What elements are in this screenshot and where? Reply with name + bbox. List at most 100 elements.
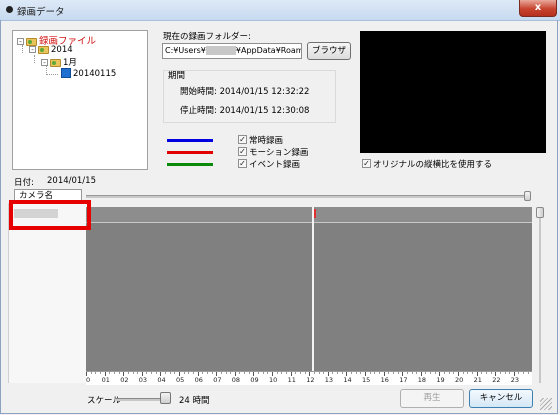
hour-label: 07 xyxy=(213,376,222,384)
minor-tick xyxy=(137,372,139,374)
minor-tick xyxy=(146,372,148,374)
minor-tick xyxy=(374,372,376,374)
calendar-icon xyxy=(61,68,71,78)
minor-tick xyxy=(467,372,469,374)
hour-ruler: 0 01 02 03 04 05 06 07 08 09 10 11 12 13 14 15 16 17 18 19 2… xyxy=(86,371,532,385)
motion-checkbox[interactable]: ✓ xyxy=(238,147,247,156)
tree-node-month[interactable]: - 1月 xyxy=(41,56,77,68)
minor-tick xyxy=(527,372,529,374)
camera-timeline-row[interactable] xyxy=(86,207,532,223)
minor-tick xyxy=(206,372,208,374)
collapse-icon[interactable]: - xyxy=(17,38,24,46)
minor-tick xyxy=(127,372,129,374)
period-label: 期間 xyxy=(168,71,186,81)
camera-list[interactable] xyxy=(8,203,87,383)
aspect-ratio-checkbox[interactable]: ✓ xyxy=(362,159,371,168)
minor-tick xyxy=(523,372,525,374)
minor-tick xyxy=(378,372,380,374)
minor-tick xyxy=(332,372,334,374)
video-preview xyxy=(360,31,546,153)
start-time: 開始時間: 2014/01/15 12:32:22 xyxy=(180,87,310,97)
minor-tick xyxy=(481,372,483,374)
minor-tick xyxy=(192,372,194,374)
minor-tick xyxy=(262,372,264,374)
hour-label: 0 xyxy=(86,376,91,384)
vertical-scroll-thumb[interactable] xyxy=(536,207,544,218)
minor-tick xyxy=(453,372,455,374)
minor-tick xyxy=(430,372,432,374)
minor-tick xyxy=(239,372,241,374)
minor-tick xyxy=(220,372,222,374)
recording-tree[interactable]: - 録画ファイル -2014 -1月 20140115 xyxy=(12,30,148,170)
date-label: 日付: xyxy=(14,178,34,188)
minor-tick xyxy=(118,372,120,374)
event-checkbox[interactable]: ✓ xyxy=(238,159,247,168)
hour-label: 17 xyxy=(399,376,408,384)
play-button[interactable]: 再生 xyxy=(400,389,464,408)
recording-event-marker[interactable] xyxy=(314,209,316,218)
tree-node-day[interactable]: 20140115 xyxy=(59,68,117,79)
minor-tick xyxy=(285,372,287,374)
tree-node-year[interactable]: - 2014 xyxy=(29,45,73,55)
hour-label: 03 xyxy=(138,376,148,384)
date-value: 2014/01/15 xyxy=(47,176,96,186)
hour-label: 16 xyxy=(380,376,389,384)
minor-tick xyxy=(299,372,301,374)
time-slider-thumb[interactable] xyxy=(524,191,531,201)
hour-label: 23 xyxy=(510,376,520,384)
minor-tick xyxy=(113,372,115,374)
close-button[interactable]: x xyxy=(519,0,557,17)
tree-day-label: 20140115 xyxy=(73,68,117,79)
minor-tick xyxy=(448,372,450,374)
minor-tick xyxy=(318,372,320,374)
minor-tick xyxy=(499,372,501,374)
minor-tick xyxy=(281,372,283,374)
folder-path-suffix: ¥AppData¥Roaming¥ xyxy=(235,46,301,55)
hour-label: 05 xyxy=(176,376,185,384)
vertical-scroll-track[interactable] xyxy=(539,207,541,383)
hour-label: 22 xyxy=(492,376,501,384)
hour-label: 18 xyxy=(417,376,427,384)
collapse-icon[interactable]: - xyxy=(41,59,48,67)
minor-tick xyxy=(174,372,176,374)
minor-tick xyxy=(132,372,134,374)
minor-tick xyxy=(183,372,185,374)
tree-month-label: 1月 xyxy=(63,58,77,68)
hour-label: 09 xyxy=(250,376,259,384)
minor-tick xyxy=(258,372,260,374)
highlight-box xyxy=(9,200,91,230)
minor-tick xyxy=(504,372,506,374)
hour-label: 08 xyxy=(231,376,241,384)
hour-label: 02 xyxy=(120,376,129,384)
time-slider-track[interactable] xyxy=(86,195,526,198)
redacted-username xyxy=(205,46,236,55)
minor-tick xyxy=(355,372,357,374)
collapse-icon[interactable]: - xyxy=(29,46,36,54)
continuous-checkbox[interactable]: ✓ xyxy=(238,135,247,144)
hour-label: 11 xyxy=(287,376,296,384)
timeline-area[interactable] xyxy=(86,207,532,371)
folder-icon xyxy=(50,58,61,67)
minor-tick xyxy=(151,372,153,374)
minor-tick xyxy=(248,372,250,374)
minor-tick xyxy=(244,372,246,374)
scale-value: 24 時間 xyxy=(179,396,210,406)
browse-button[interactable]: ブラウザ xyxy=(307,42,351,60)
resize-grip[interactable] xyxy=(540,398,552,410)
hour-label: 06 xyxy=(194,376,203,384)
minor-tick xyxy=(202,372,204,374)
folder-path-prefix: C:¥Users¥ xyxy=(165,46,206,55)
stop-time: 停止時間: 2014/01/15 12:30:08 xyxy=(180,106,310,116)
folder-icon xyxy=(38,45,49,54)
timeline-cursor[interactable] xyxy=(312,207,314,371)
minor-tick xyxy=(388,372,390,374)
folder-path-field[interactable]: C:¥Users¥ ¥AppData¥Roaming¥ xyxy=(162,43,302,59)
minor-tick xyxy=(169,372,171,374)
minor-tick xyxy=(434,372,436,374)
hour-label: 20 xyxy=(455,376,464,384)
scale-slider-thumb[interactable] xyxy=(160,392,171,404)
app-icon xyxy=(6,6,13,13)
cancel-button[interactable]: キャンセル xyxy=(469,389,533,408)
hour-label: 19 xyxy=(436,376,445,384)
window-title: 録画データ xyxy=(17,7,65,18)
